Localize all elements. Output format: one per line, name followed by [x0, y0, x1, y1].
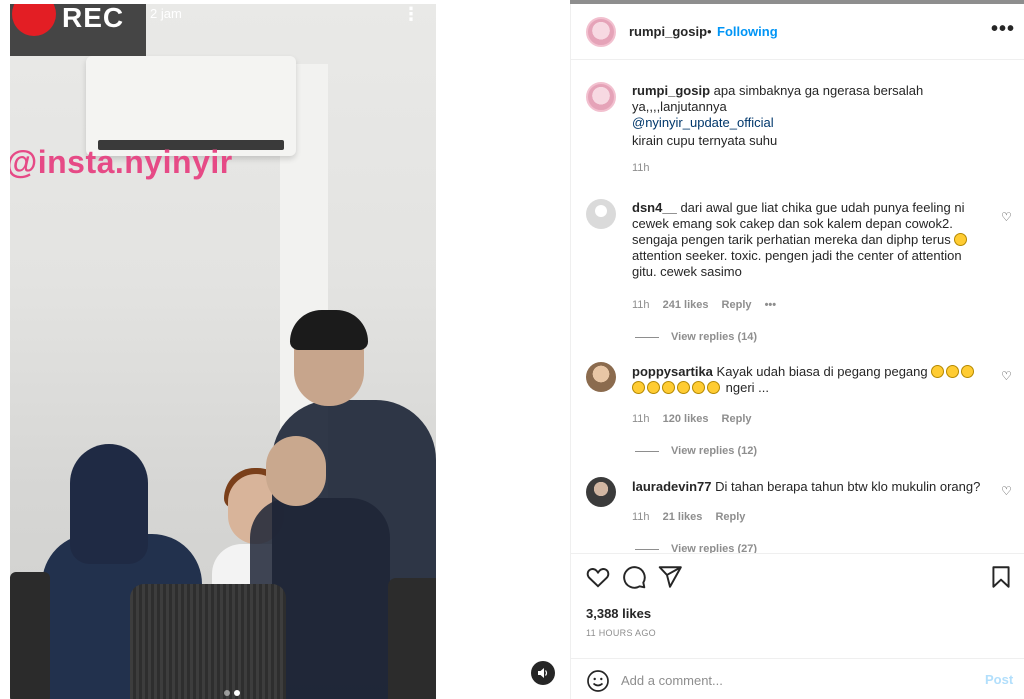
caption-avatar[interactable] — [586, 82, 616, 112]
comment-options-button[interactable]: ••• — [765, 299, 777, 311]
carousel-dot[interactable] — [224, 690, 230, 696]
heart-icon[interactable] — [585, 564, 611, 590]
add-comment-bar: Post — [571, 658, 1024, 699]
emoji-icon — [692, 381, 705, 394]
chair-middle — [130, 584, 286, 699]
like-comment-heart-icon[interactable]: ♡ — [1001, 484, 1013, 498]
comment-username[interactable]: poppysartika — [632, 364, 713, 379]
comment-time: 11h — [632, 511, 650, 523]
view-replies-label[interactable]: View replies (27) — [671, 543, 757, 553]
caption-mention-link[interactable]: @nyinyir_update_official — [632, 115, 774, 130]
like-comment-heart-icon[interactable]: ♡ — [1001, 210, 1013, 224]
replies-divider — [635, 336, 659, 338]
carousel-dots — [224, 683, 244, 699]
comment-icon[interactable] — [621, 564, 647, 590]
chair-left — [10, 572, 50, 699]
grimace-emoji-icon — [954, 233, 968, 246]
comment-likes[interactable]: 21 likes — [663, 511, 703, 523]
comment-likes[interactable]: 241 likes — [663, 299, 709, 311]
reply-button[interactable]: Reply — [722, 299, 752, 311]
header-separator: • — [707, 24, 712, 39]
replies-divider — [635, 548, 659, 550]
comment-text: lauradevin77 Di tahan berapa tahun btw k… — [632, 479, 982, 495]
bookmark-icon[interactable] — [988, 564, 1014, 590]
caption-username[interactable]: rumpi_gosip — [632, 83, 710, 98]
emoji-icon — [662, 381, 675, 394]
person-standing-hair — [290, 310, 368, 350]
emoji-icon — [931, 365, 945, 378]
view-replies-label[interactable]: View replies (12) — [671, 445, 757, 457]
comment-body: Kayak udah biasa di pegang pegang — [716, 364, 928, 379]
post-options-button[interactable]: ••• — [991, 18, 1015, 41]
reply-button[interactable]: Reply — [722, 413, 752, 425]
caption-time: 11h — [632, 162, 650, 174]
post-header: rumpi_gosip • Following ••• — [571, 4, 1024, 60]
record-dot-icon — [12, 4, 56, 36]
emoji-icon — [961, 365, 975, 378]
replies-divider — [635, 450, 659, 452]
person-hijab-head — [70, 444, 148, 564]
view-replies-button[interactable]: View replies (12) — [635, 445, 757, 457]
emoji-icon — [707, 381, 720, 394]
comment-body-continued: ngeri ... — [725, 380, 769, 395]
post-comment-button[interactable]: Post — [985, 672, 1013, 687]
emoji-picker-icon[interactable] — [586, 669, 610, 693]
commenter-avatar[interactable] — [586, 199, 616, 229]
comment-text: poppysartika Kayak udah biasa di pegang … — [632, 364, 982, 396]
comment-body-continued: attention seeker. toxic. pengen jadi the… — [632, 248, 962, 279]
add-comment-input[interactable] — [621, 669, 961, 691]
comment-body: dari awal gue liat chika gue udah punya … — [632, 200, 965, 247]
speaker-icon — [538, 668, 548, 678]
comments-list[interactable]: rumpi_gosip apa simbaknya ga ngerasa ber… — [571, 61, 1024, 553]
person-seated-head — [266, 436, 326, 506]
comment-time: 11h — [632, 299, 650, 311]
comment-username[interactable]: dsn4__ — [632, 200, 677, 215]
post-media[interactable]: REC 2 jam ⋮ @insta.nyinyir — [10, 4, 436, 699]
commenter-avatar[interactable] — [586, 362, 616, 392]
rec-badge: REC — [10, 4, 146, 56]
post-actions: 3,388 likes 11 HOURS AGO Post — [571, 553, 1024, 699]
sound-toggle-button[interactable] — [531, 661, 555, 685]
commenter-avatar[interactable] — [586, 477, 616, 507]
comment-time: 11h — [632, 413, 650, 425]
comment-meta: 11h 241 likes Reply ••• — [632, 299, 786, 311]
emoji-icon — [632, 381, 645, 394]
caption-second-line: kirain cupu ternyata suhu — [632, 133, 778, 148]
post-details-panel: rumpi_gosip • Following ••• rumpi_gosip … — [570, 4, 1024, 699]
emoji-icon — [647, 381, 660, 394]
reply-button[interactable]: Reply — [715, 511, 745, 523]
comment-body: Di tahan berapa tahun btw klo mukulin or… — [715, 479, 981, 494]
chair-right — [388, 578, 436, 699]
comment-meta: 11h 120 likes Reply — [632, 413, 762, 425]
carousel-dot-active[interactable] — [234, 690, 240, 696]
comment-username[interactable]: lauradevin77 — [632, 479, 712, 494]
media-more-icon[interactable]: ⋮ — [402, 4, 420, 25]
post-timestamp: 11 HOURS AGO — [586, 628, 656, 638]
author-username[interactable]: rumpi_gosip — [629, 24, 707, 39]
caption-text: rumpi_gosip apa simbaknya ga ngerasa ber… — [632, 83, 982, 131]
comment-likes[interactable]: 120 likes — [663, 413, 709, 425]
emoji-icon — [677, 381, 690, 394]
story-time: 2 jam — [150, 6, 182, 21]
view-replies-button[interactable]: View replies (14) — [635, 331, 757, 343]
view-replies-label[interactable]: View replies (14) — [671, 331, 757, 343]
following-button[interactable]: Following — [717, 24, 778, 39]
emoji-icon — [946, 365, 960, 378]
comment-text: dsn4__ dari awal gue liat chika gue udah… — [632, 200, 982, 280]
like-comment-heart-icon[interactable]: ♡ — [1001, 369, 1013, 383]
author-avatar[interactable] — [586, 17, 616, 47]
post-likes-count[interactable]: 3,388 likes — [586, 606, 651, 621]
view-replies-button[interactable]: View replies (27) — [635, 543, 757, 553]
share-icon[interactable] — [657, 564, 683, 590]
rec-label: REC — [62, 4, 125, 33]
comment-meta: 11h 21 likes Reply — [632, 511, 755, 523]
watermark-text: @insta.nyinyir — [10, 144, 233, 180]
